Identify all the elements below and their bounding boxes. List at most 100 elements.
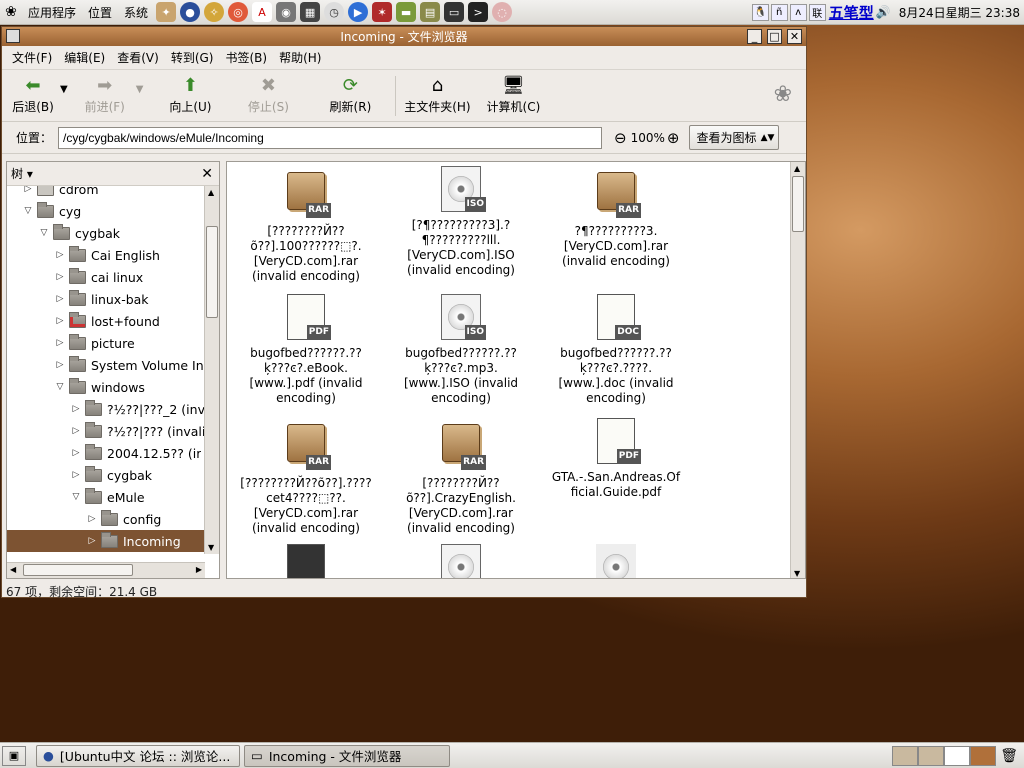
tree-item-2004[interactable]: ▷ 2004.12.5?? (ir	[71, 442, 201, 464]
file-item[interactable]: DOC bugofbed??????.?? ķ???ͼ?.????. [www.]…	[541, 294, 691, 406]
title-bar[interactable]: Incoming - 文件浏览器 _ □ ✕	[2, 27, 806, 46]
book-icon[interactable]: ▬	[396, 2, 417, 22]
task-browser[interactable]: ● [Ubuntu中文 论坛 :: 浏览论...	[36, 744, 240, 767]
scroll-left-arrow-icon[interactable]: ◀	[10, 565, 16, 574]
expander-right-icon[interactable]: ▷	[71, 470, 81, 480]
scroll-down-arrow-icon[interactable]: ▼	[794, 569, 800, 578]
pdf-reader-icon[interactable]: A	[252, 2, 273, 22]
reload-button[interactable]: ⟳ 刷新(R)	[315, 70, 385, 120]
menu-help[interactable]: 帮助(H)	[273, 49, 327, 66]
tree-item-cdrom[interactable]: ▷ cdrom	[23, 186, 99, 200]
expander-right-icon[interactable]: ▷	[55, 316, 65, 326]
tree-item-invalid-1[interactable]: ▷ ?½??|???_2 (inv	[71, 398, 205, 420]
sidebar-type-select[interactable]: 树 ▾	[11, 165, 33, 182]
workspace-3[interactable]	[944, 745, 971, 766]
file-item[interactable]	[541, 544, 691, 578]
sidebar-close-icon[interactable]: ✕	[201, 166, 213, 182]
file-item[interactable]: ISO [?¶?????????3].? ¶?????????lll. [Very…	[386, 166, 536, 278]
workspace-1[interactable]	[892, 745, 919, 766]
forward-history-chevron-icon[interactable]: ▼	[136, 84, 144, 95]
workspace-2[interactable]	[918, 745, 945, 766]
menu-system[interactable]: 系统	[118, 4, 154, 21]
expander-down-icon[interactable]: ▽	[23, 206, 33, 216]
back-history-chevron-icon[interactable]: ▼	[60, 84, 68, 95]
file-item[interactable]: RAR [????????Й?? õ??].CrazyEnglish. [Very…	[386, 420, 536, 536]
back-button[interactable]: ⬅ 后退(B)	[6, 70, 60, 120]
location-input[interactable]	[58, 126, 603, 149]
qq-penguin-icon[interactable]: 🐧	[751, 3, 769, 21]
expander-right-icon[interactable]: ▷	[71, 404, 81, 414]
volume-icon[interactable]: 🔊	[876, 5, 891, 19]
tree-item-cygbak-2[interactable]: ▷ cygbak	[71, 464, 152, 486]
tree-item-lost-found[interactable]: ▷ lost+found	[55, 310, 160, 332]
trash-icon[interactable]: 🗑	[1000, 748, 1018, 764]
file-item[interactable]: RAR ?¶?????????3. [VeryCD.com].rar (inval…	[541, 168, 691, 269]
scroll-right-arrow-icon[interactable]: ▶	[196, 565, 202, 574]
sidebar-scroll-thumb[interactable]	[206, 226, 218, 318]
disc-burner-icon[interactable]: ◌	[492, 2, 513, 22]
expander-right-icon[interactable]: ▷	[55, 294, 65, 304]
media-player-icon[interactable]: ▶	[348, 2, 369, 22]
expander-down-icon[interactable]: ▽	[55, 382, 65, 392]
up-button[interactable]: ⬆ 向上(U)	[155, 70, 225, 120]
firefox-icon[interactable]: ●	[180, 2, 201, 22]
tree-item-windows[interactable]: ▽ windows	[55, 376, 145, 398]
tree-item-picture[interactable]: ▷ picture	[55, 332, 135, 354]
home-button[interactable]: ⌂ 主文件夹(H)	[400, 70, 474, 120]
star-app-icon[interactable]: ✶	[372, 2, 393, 22]
close-button[interactable]: ✕	[787, 29, 802, 44]
expander-right-icon[interactable]: ▷	[87, 514, 97, 524]
file-item[interactable]: PDF GTA.-.San.Andreas.Of ficial.Guide.pdf	[541, 418, 691, 500]
sidebar-hscrollbar[interactable]: ◀ ▶	[7, 562, 205, 578]
expander-right-icon[interactable]: ▷	[71, 426, 81, 436]
foot-icon[interactable]: ❀	[0, 4, 22, 20]
tray-item-3[interactable]: 联	[808, 3, 826, 21]
workspace-switcher[interactable]	[892, 745, 997, 766]
task-file-browser[interactable]: ▭ Incoming - 文件浏览器	[244, 744, 450, 767]
minimize-button[interactable]: _	[747, 29, 762, 44]
icon-view-scroll-thumb[interactable]	[792, 176, 804, 232]
menu-go[interactable]: 转到(G)	[165, 49, 220, 66]
expander-down-icon[interactable]: ▽	[39, 228, 49, 238]
file-item[interactable]: PDF bugofbed??????.?? ķ???ͼ?.eBook. [www.…	[231, 294, 381, 406]
notes-icon[interactable]: ▤	[420, 2, 441, 22]
sidebar-vscrollbar[interactable]: ▲ ▼	[204, 186, 219, 554]
tree-item-config[interactable]: ▷ config	[87, 508, 161, 530]
scroll-up-arrow-icon[interactable]: ▲	[208, 188, 214, 197]
forward-button[interactable]: ➡ 前进(F)	[74, 70, 136, 120]
expander-right-icon[interactable]: ▷	[87, 536, 97, 546]
terminal-icon[interactable]: >	[468, 2, 489, 22]
expander-right-icon[interactable]: ▷	[55, 338, 65, 348]
help-lifebuoy-icon[interactable]: ◎	[228, 2, 249, 22]
tree-item-cyg[interactable]: ▽ cyg	[23, 200, 81, 222]
tree-item-linux-bak[interactable]: ▷ linux-bak	[55, 288, 149, 310]
file-item[interactable]: RAR [????????Й?? õ??].100??????⬚?. [VeryC…	[231, 168, 381, 284]
file-item[interactable]: ISO bugofbed??????.?? ķ???ͼ?.mp3. [www.].…	[386, 294, 536, 406]
menu-edit[interactable]: 编辑(E)	[58, 49, 111, 66]
tree-item-cai-linux[interactable]: ▷ cai linux	[55, 266, 143, 288]
expander-right-icon[interactable]: ▷	[55, 250, 65, 260]
menu-places[interactable]: 位置	[82, 4, 118, 21]
tree-item-system-volume[interactable]: ▷ System Volume In	[55, 354, 204, 376]
file-item[interactable]	[231, 544, 381, 578]
menu-applications[interactable]: 应用程序	[22, 4, 82, 21]
film-icon[interactable]: ▦	[300, 2, 321, 22]
clock[interactable]: 8月24日星期三 23:38	[899, 4, 1020, 21]
expander-right-icon[interactable]: ▷	[55, 360, 65, 370]
tree-item-cai-english[interactable]: ▷ Cai English	[55, 244, 160, 266]
stop-button[interactable]: ✖ 停止(S)	[233, 70, 303, 120]
file-item[interactable]: RAR [????????Й??õ??].???? cet4????⬚??. [V…	[231, 420, 381, 536]
expander-right-icon[interactable]: ▷	[71, 448, 81, 458]
expander-right-icon[interactable]: ▷	[55, 272, 65, 282]
zoom-level[interactable]: 100%	[631, 131, 665, 145]
tree-item-invalid-2[interactable]: ▷ ?½??|??? (invali	[71, 420, 205, 442]
maximize-button[interactable]: □	[767, 29, 782, 44]
tree-item-emule[interactable]: ▽ eMule	[71, 486, 145, 508]
menu-file[interactable]: 文件(F)	[6, 49, 58, 66]
scroll-up-arrow-icon[interactable]: ▲	[794, 164, 800, 173]
sidebar-hscroll-thumb[interactable]	[23, 564, 133, 576]
compass-icon[interactable]: ✧	[204, 2, 225, 22]
workspace-4[interactable]	[970, 745, 997, 766]
tree-item-incoming[interactable]: ▷ Incoming	[7, 530, 205, 552]
file-item[interactable]	[386, 544, 536, 578]
